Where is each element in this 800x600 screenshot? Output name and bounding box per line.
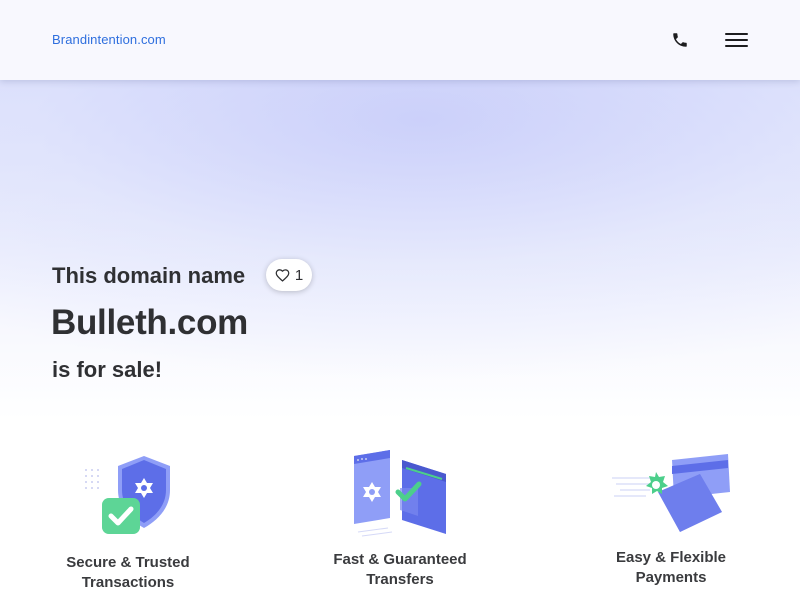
like-count: 1	[294, 266, 304, 284]
hamburger-menu-icon[interactable]	[722, 28, 750, 52]
transfer-windows-icon	[354, 450, 446, 537]
feature-payments-line2: Payments	[635, 569, 707, 586]
feature-secure-line1: Secure & Trusted	[66, 554, 190, 571]
like-button[interactable]: 1	[266, 259, 312, 291]
heart-icon	[275, 269, 290, 282]
brand-link[interactable]: Brandintention.com	[52, 32, 166, 47]
top-header: Brandintention.com	[0, 0, 800, 80]
feature-secure-line2: Transactions	[81, 574, 175, 591]
feature-transfer-line2: Transfers	[366, 571, 434, 588]
credit-cards-icon	[612, 454, 730, 532]
headline-sale: is for sale!	[52, 357, 163, 382]
headline-intro: This domain name	[52, 263, 246, 288]
phone-icon[interactable]	[668, 28, 692, 52]
shield-check-icon	[85, 456, 170, 534]
feature-payments-line1: Easy & Flexible	[615, 549, 727, 566]
feature-transfer-line1: Fast & Guaranteed	[333, 551, 467, 568]
domain-name: Bulleth.com	[51, 303, 248, 342]
